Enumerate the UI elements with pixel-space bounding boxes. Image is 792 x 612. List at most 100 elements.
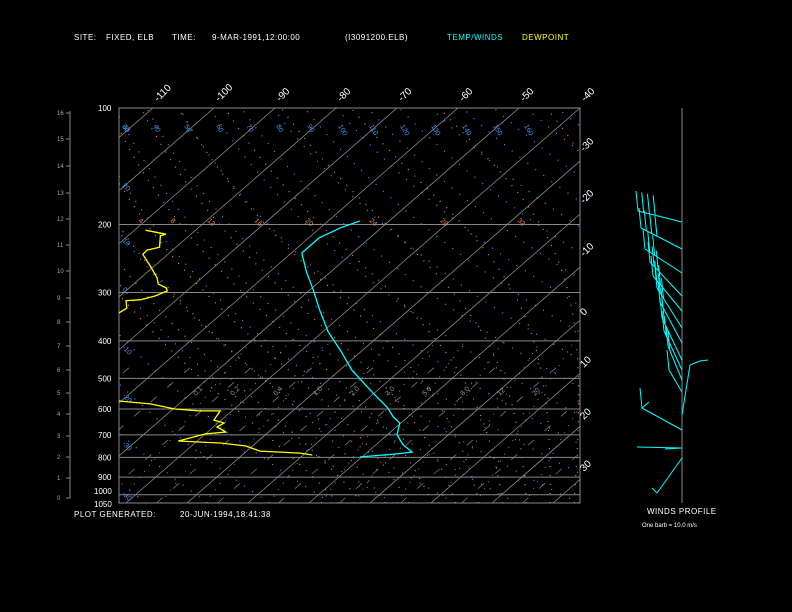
altitude-tick-label: 4 — [57, 412, 61, 418]
minor-isotherm-line — [119, 360, 138, 377]
minor-isotherm-line — [400, 360, 565, 503]
wind-barb — [654, 267, 683, 329]
mixing-ratio-label: 12 — [496, 387, 507, 398]
wind-barb-flag — [643, 210, 647, 231]
isotherm-line — [0, 108, 31, 503]
wind-barb-staff — [640, 227, 683, 250]
skew-t-chart: 012345678910111213141516 100200300400500… — [0, 82, 792, 509]
dry-adiabat — [272, 108, 580, 361]
dry-adiabat-label: 120 — [398, 124, 410, 138]
minor-isotherm-line — [0, 361, 76, 503]
isotherm-line — [308, 266, 580, 503]
wind-barb — [639, 387, 683, 431]
wind-barb-flag — [655, 250, 659, 271]
wind-barb-segment — [651, 487, 658, 494]
wind-barb-flag — [641, 192, 645, 213]
dry-adiabat — [430, 108, 580, 228]
mixing-ratio-label: 8.0 — [459, 386, 471, 398]
dry-adiabat — [493, 108, 580, 177]
wind-barb-flag — [635, 190, 639, 212]
isotherm-label-top: -60 — [457, 86, 475, 104]
moist-adiabat-label: 28 — [439, 217, 450, 228]
mixing-ratio-line — [119, 340, 253, 503]
altitude-tick-label: 12 — [57, 217, 64, 223]
isotherm-line — [552, 478, 580, 503]
minor-isotherm-line — [278, 360, 443, 503]
mixing-ratio-line — [475, 340, 575, 503]
dry-adiabat-left-label: -10 — [121, 344, 133, 356]
isotherm-label-top: -110 — [152, 82, 174, 104]
dry-adiabat — [119, 431, 209, 503]
pressure-label: 500 — [98, 374, 112, 383]
moist-adiabat — [119, 225, 386, 503]
minor-isotherm-line — [156, 360, 321, 503]
temperature-profile-line — [301, 220, 414, 458]
isotherm-label-right: 30 — [578, 458, 594, 474]
moist-adiabat — [119, 293, 339, 503]
dry-adiabat-label: 130 — [429, 124, 441, 138]
dry-adiabat — [398, 108, 580, 254]
minor-isotherm-line — [522, 452, 580, 503]
moist-adiabat — [545, 108, 580, 156]
isotherm-line — [491, 425, 580, 503]
pressure-label: 900 — [98, 473, 112, 482]
pressure-label: 1050 — [94, 500, 112, 509]
pressure-label: 700 — [98, 431, 112, 440]
isotherm-label-top: -50 — [518, 86, 536, 104]
moist-adiabat-label: 24 — [368, 217, 379, 228]
mixing-ratio-label: 1.0 — [312, 386, 324, 398]
wind-barb — [661, 310, 683, 371]
mixing-ratio-line — [396, 340, 505, 503]
dry-adiabat-left-label: -40 — [121, 490, 133, 502]
wind-barb — [638, 207, 683, 250]
altitude-tick-label: 5 — [57, 391, 61, 397]
minor-isotherm-line — [339, 360, 504, 503]
altitude-tick-label: 13 — [57, 191, 64, 197]
wind-barb-flag — [650, 255, 654, 277]
isotherm-label-right: -10 — [578, 241, 596, 259]
dry-adiabat — [119, 230, 456, 503]
wind-barb-segment — [656, 457, 683, 494]
mixing-ratio-line — [268, 340, 389, 503]
mixing-ratio-label: 0.4 — [272, 386, 284, 398]
dry-adiabat-label: 50 — [182, 124, 192, 134]
pressure-label: 200 — [98, 220, 112, 229]
minor-isotherm-line — [644, 361, 792, 503]
wind-barb-flag — [652, 195, 656, 216]
altitude-scale: 012345678910111213141516 — [57, 111, 71, 502]
altitude-tick-label: 8 — [57, 320, 61, 326]
moist-adiabat — [119, 261, 363, 503]
mixing-ratio-line — [525, 405, 580, 503]
mixing-ratio-line — [321, 340, 437, 503]
minor-isotherm-line — [461, 399, 580, 503]
dry-adiabat — [209, 108, 580, 417]
isotherm-line — [430, 372, 580, 503]
winds-profile — [635, 108, 709, 503]
minor-isotherm-line — [119, 360, 260, 484]
isotherm-label-top: -70 — [396, 86, 414, 104]
wind-barb — [647, 241, 683, 297]
pressure-label: 800 — [98, 453, 112, 462]
isotherm-line — [369, 319, 580, 503]
pressure-label: 100 — [98, 104, 112, 113]
pressure-label: 600 — [98, 405, 112, 414]
altitude-tick-label: 7 — [57, 344, 61, 350]
isotherm-label-top: -100 — [213, 82, 235, 104]
isotherm-line — [119, 108, 215, 192]
isotherm-line — [736, 108, 792, 503]
altitude-tick-label: 15 — [57, 137, 64, 143]
moist-adiabat — [224, 108, 504, 503]
minor-isotherm-line — [705, 361, 792, 503]
wind-barb-segment — [636, 446, 683, 449]
moist-adiabat-label: 32 — [516, 217, 527, 228]
dry-adiabat-label: 160 — [522, 124, 534, 138]
wind-barb — [635, 190, 683, 223]
isotherm-label-right: 20 — [578, 406, 594, 422]
dry-adiabat-label: 80 — [274, 124, 284, 134]
wind-barb-staff — [649, 261, 683, 297]
mixing-ratio-label: 0.2 — [229, 386, 241, 398]
wind-barb-flag — [642, 228, 646, 250]
isotherm-label-top: -90 — [274, 86, 292, 104]
dry-adiabat — [525, 108, 580, 152]
dry-adiabat-label: 140 — [460, 124, 472, 138]
